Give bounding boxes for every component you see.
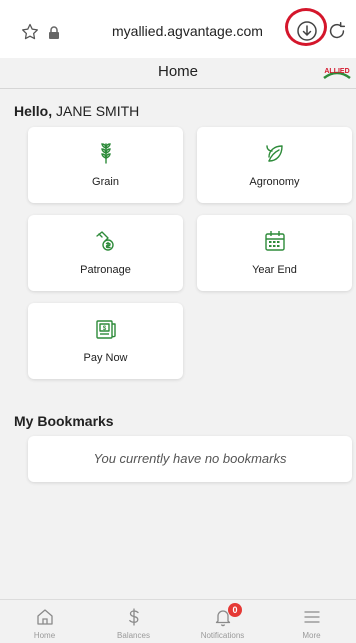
header-divider: [0, 88, 356, 89]
dollar-icon: [128, 608, 139, 626]
tile-label: Grain: [92, 176, 119, 188]
nav-label: Notifications: [200, 631, 245, 640]
menu-icon: [303, 611, 320, 623]
nav-notifications[interactable]: 0 Notifications: [178, 600, 267, 643]
tile-label: Year End: [252, 264, 297, 276]
bookmarks-empty-message: You currently have no bookmarks: [93, 451, 287, 466]
tile-year-end[interactable]: Year End: [197, 215, 352, 291]
greeting: Hello, JANE SMITH: [14, 103, 139, 119]
pay-invoice-icon: $: [95, 320, 116, 339]
star-icon[interactable]: [20, 22, 40, 42]
greeting-prefix: Hello,: [14, 103, 53, 119]
bookmarks-heading: My Bookmarks: [14, 413, 114, 429]
svg-text:ALLIED: ALLIED: [324, 68, 349, 75]
money-hand-icon: [95, 231, 114, 251]
nav-label: Balances: [117, 631, 150, 640]
tile-agronomy[interactable]: Agronomy: [197, 127, 352, 203]
allied-logo: ALLIED: [323, 68, 351, 80]
calendar-icon: [264, 231, 285, 251]
user-name: JANE SMITH: [56, 103, 140, 119]
url-text[interactable]: myallied.agvantage.com: [112, 23, 272, 39]
home-icon: [36, 609, 53, 625]
browser-address-bar: myallied.agvantage.com: [0, 0, 356, 58]
nav-balances[interactable]: Balances: [89, 600, 178, 643]
nav-home[interactable]: Home: [0, 600, 89, 643]
tile-label: Agronomy: [249, 176, 300, 188]
nav-label: More: [302, 631, 321, 640]
tile-label: Pay Now: [83, 352, 128, 364]
tile-grain[interactable]: Grain: [28, 127, 183, 203]
bottom-nav: Home Balances 0 Notifications More: [0, 599, 356, 643]
nav-more[interactable]: More: [267, 600, 356, 643]
tile-label: Patronage: [80, 264, 131, 276]
lock-icon: [49, 26, 59, 39]
download-highlight-circle: [285, 8, 327, 46]
reload-icon[interactable]: [326, 19, 348, 43]
tile-patronage[interactable]: Patronage: [28, 215, 183, 291]
wheat-icon: [100, 143, 111, 164]
nav-label: Home: [33, 631, 56, 640]
bookmarks-card: You currently have no bookmarks: [28, 436, 352, 482]
app-header: Home ALLIED: [0, 58, 356, 88]
page-title: Home: [157, 63, 198, 80]
notification-badge: 0: [228, 603, 242, 617]
tile-pay-now[interactable]: $ Pay Now: [28, 303, 183, 379]
leaf-icon: [265, 145, 283, 162]
